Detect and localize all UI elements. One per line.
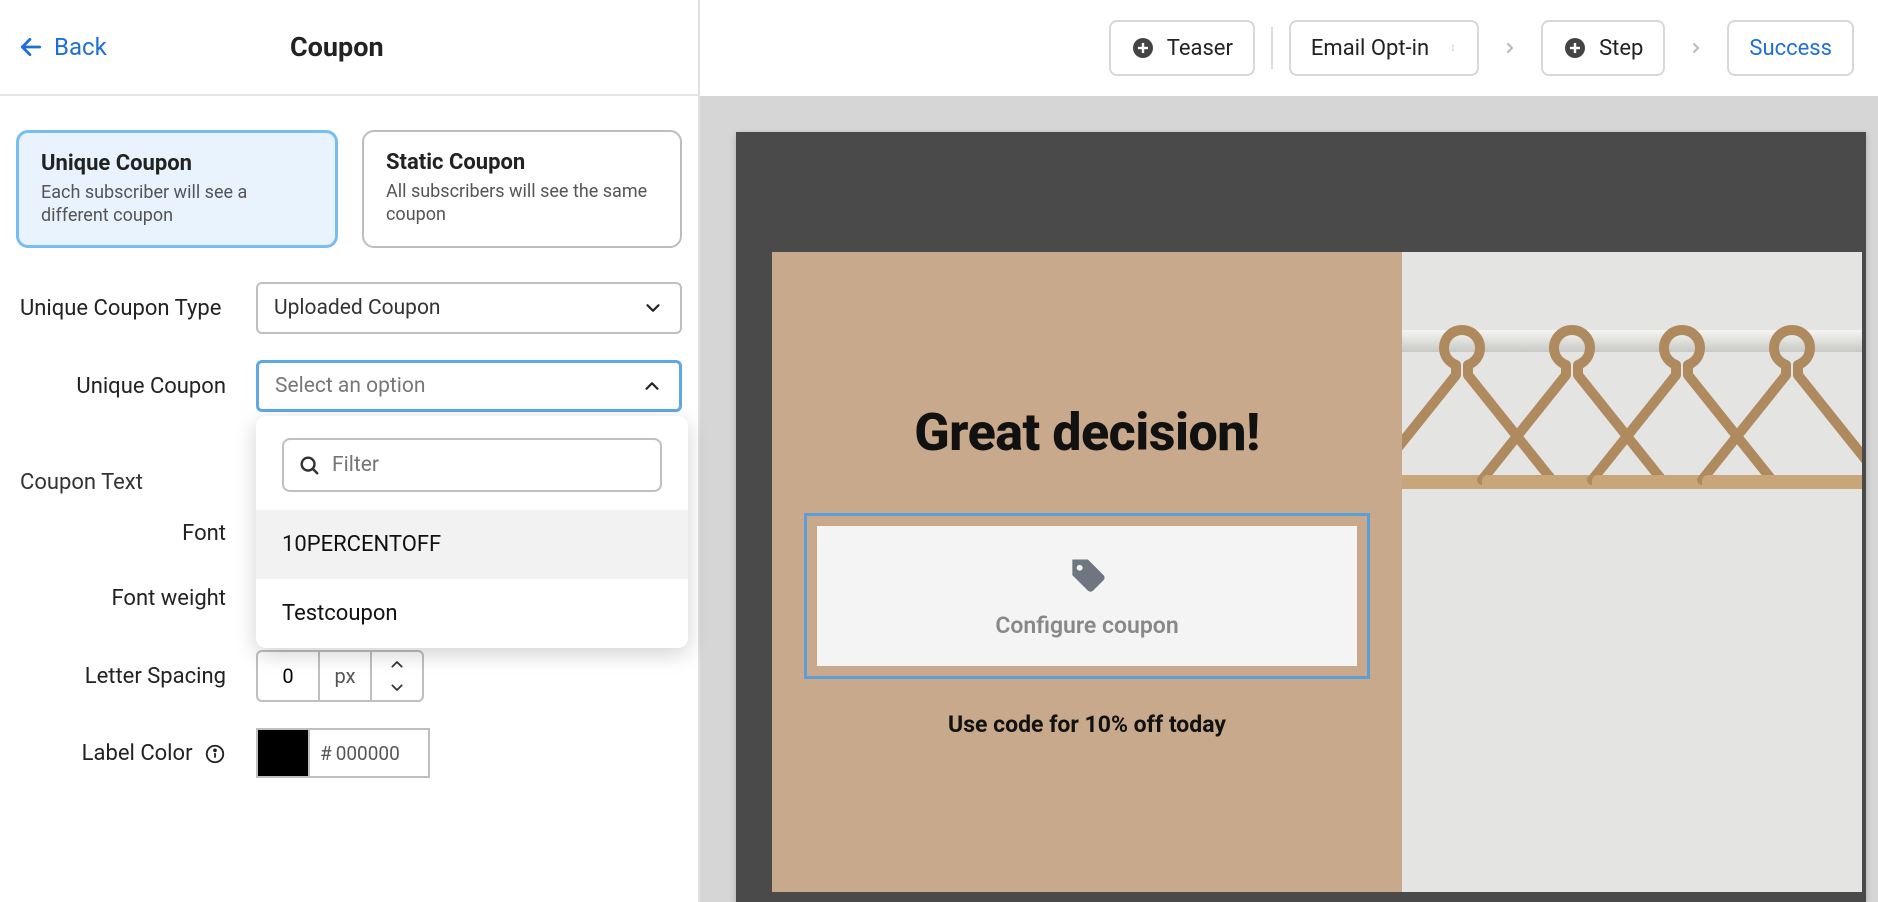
color-hex-value: 000000 — [336, 742, 400, 765]
label-unique-coupon: Unique Coupon — [16, 374, 256, 399]
preview-modal-left: Great decision! Configure coupon Use cod… — [772, 252, 1402, 892]
info-icon — [204, 743, 226, 765]
dropdown-option[interactable]: 10PERCENTOFF — [256, 510, 688, 579]
preview-title: Great decision! — [914, 402, 1260, 463]
chevron-up-icon — [389, 658, 405, 670]
preview-subtitle: Use code for 10% off today — [948, 711, 1226, 738]
arrow-left-icon — [18, 34, 44, 60]
preview-modal-image — [1402, 252, 1862, 892]
coupon-type-cards: Unique Coupon Each subscriber will see a… — [16, 130, 682, 248]
preview-frame: Great decision! Configure coupon Use cod… — [736, 132, 1866, 902]
chevron-up-icon — [641, 375, 663, 397]
filter-input-wrap[interactable] — [282, 438, 662, 492]
chevron-down-icon — [642, 297, 664, 319]
preview-stage: Great decision! Configure coupon Use cod… — [700, 96, 1878, 902]
stepper-up[interactable] — [372, 652, 422, 676]
step-chevron — [1681, 33, 1711, 63]
right-panel: Teaser Email Opt-in Step Success Great d… — [700, 0, 1878, 902]
row-label-color: Label Color #000000 — [16, 728, 682, 778]
stepper-down[interactable] — [372, 676, 422, 700]
plus-circle-icon — [1563, 36, 1587, 60]
step-teaser[interactable]: Teaser — [1109, 20, 1255, 76]
select-unique-coupon[interactable]: Select an option — [256, 360, 682, 412]
card-title: Static Coupon — [386, 150, 658, 175]
label-color-text: Label Color — [82, 741, 193, 766]
card-static-coupon[interactable]: Static Coupon All subscribers will see t… — [362, 130, 682, 248]
left-panel: Back Coupon Unique Coupon Each subscribe… — [0, 0, 700, 902]
card-desc: Each subscriber will see a different cou… — [41, 182, 313, 227]
step-label: Teaser — [1167, 36, 1233, 61]
coupon-selection-outline: Configure coupon — [804, 513, 1370, 679]
step-label: Step — [1599, 36, 1643, 61]
label-unique-coupon-type: Unique Coupon Type — [16, 296, 256, 321]
select-placeholder: Select an option — [275, 374, 425, 398]
step-success[interactable]: Success — [1727, 20, 1854, 76]
chevron-right-icon — [1502, 40, 1518, 56]
card-title: Unique Coupon — [41, 151, 313, 176]
color-hex[interactable]: #000000 — [308, 728, 430, 778]
label-letter-spacing: Letter Spacing — [16, 664, 256, 689]
step-chevron — [1495, 33, 1525, 63]
step-email-optin[interactable]: Email Opt-in — [1289, 20, 1479, 76]
label-label-color: Label Color — [16, 741, 256, 766]
search-icon — [298, 454, 320, 476]
form-rows: Unique Coupon Type Uploaded Coupon Uniqu… — [16, 282, 682, 412]
letter-spacing-input[interactable] — [256, 650, 318, 702]
row-unique-coupon: Unique Coupon Select an option — [16, 360, 682, 412]
panel-header: Back Coupon — [0, 0, 698, 96]
tag-icon — [1065, 554, 1109, 598]
label-font: Font — [16, 521, 256, 546]
color-swatch[interactable] — [256, 728, 308, 778]
back-button[interactable]: Back — [18, 33, 107, 61]
step-nav: Teaser Email Opt-in Step Success — [700, 0, 1878, 96]
plus-circle-icon — [1131, 36, 1155, 60]
card-unique-coupon[interactable]: Unique Coupon Each subscriber will see a… — [16, 130, 338, 248]
dropdown-option[interactable]: Testcoupon — [256, 579, 688, 648]
step-add-step[interactable]: Step — [1541, 20, 1665, 76]
letter-spacing-stepper: px — [256, 650, 682, 702]
configure-coupon-box[interactable]: Configure coupon — [817, 526, 1357, 666]
hanger-icon — [1692, 320, 1862, 624]
back-label: Back — [54, 33, 107, 61]
row-unique-coupon-type: Unique Coupon Type Uploaded Coupon — [16, 282, 682, 334]
step-label: Email Opt-in — [1311, 36, 1429, 61]
select-value: Uploaded Coupon — [274, 296, 441, 320]
chevron-down-icon — [389, 682, 405, 694]
preview-modal: Great decision! Configure coupon Use cod… — [772, 252, 1862, 892]
page-title: Coupon — [290, 31, 384, 63]
panel-body: Unique Coupon Each subscriber will see a… — [0, 96, 698, 902]
unique-coupon-dropdown: 10PERCENTOFF Testcoupon — [256, 416, 688, 648]
letter-spacing-unit: px — [318, 650, 370, 702]
label-font-weight: Font weight — [16, 586, 256, 611]
row-letter-spacing: Letter Spacing px — [16, 650, 682, 702]
more-vert-icon — [1449, 38, 1457, 58]
select-unique-coupon-type[interactable]: Uploaded Coupon — [256, 282, 682, 334]
step-label: Success — [1749, 36, 1832, 61]
card-desc: All subscribers will see the same coupon — [386, 181, 658, 226]
filter-input[interactable] — [332, 453, 646, 477]
chevron-right-icon — [1688, 40, 1704, 56]
step-divider — [1271, 27, 1273, 69]
configure-coupon-text: Configure coupon — [995, 612, 1178, 639]
